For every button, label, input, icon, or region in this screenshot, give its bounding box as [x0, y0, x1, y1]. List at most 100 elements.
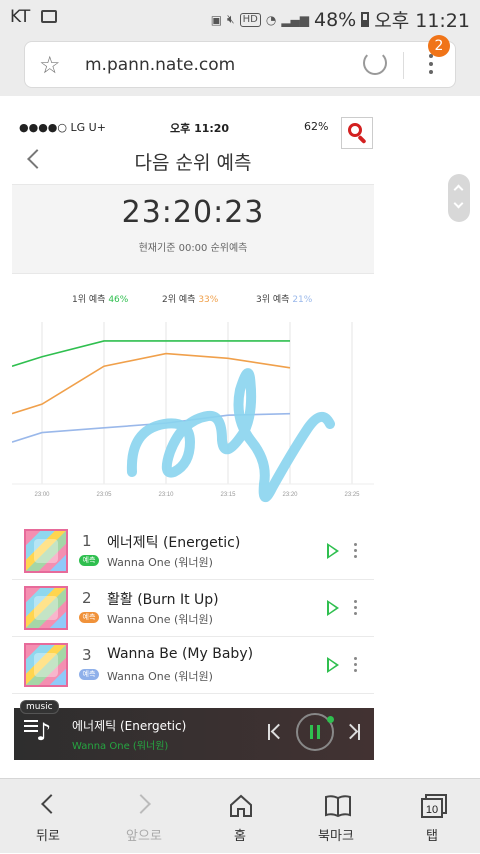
scribble-annotation	[126, 368, 335, 502]
album-art	[24, 586, 68, 630]
tabs-icon[interactable]: 10	[420, 793, 447, 819]
url-box[interactable]: ☆ m.pann.nate.com 2	[24, 35, 456, 88]
embedded-carrier: ●●●●○ LG U+	[19, 121, 106, 134]
browser-toolbar: ☆ m.pann.nate.com 2	[0, 35, 480, 96]
status-right-group: ▣ 🔇︎ HD ◔ ▂▄▆ 48% 오후 11:21	[211, 6, 470, 33]
next-track-icon[interactable]	[346, 724, 360, 740]
rank-prediction-chart: 23:00 23:05 23:10 23:15 23:20 23:25	[12, 322, 374, 502]
forward-icon[interactable]	[131, 793, 156, 819]
song-artist: Wanna One (워너원)	[107, 670, 213, 683]
wifi-icon: ◔	[265, 12, 277, 27]
embedded-status-bar: ●●●●○ LG U+ 오후 11:20 62%	[12, 120, 374, 140]
notification-badge[interactable]: 2	[428, 35, 450, 57]
embedded-battery: 62%	[304, 120, 329, 133]
music-tag: music	[20, 700, 59, 714]
embedded-header: 다음 순위 예측	[12, 144, 374, 184]
song-row-1[interactable]: 1 에너제틱 (Energetic) 예측 Wanna One (워너원)	[12, 524, 374, 580]
embedded-clock: 오후 11:20	[170, 122, 230, 135]
signal-icon: ▂▄▆	[281, 12, 309, 27]
song-row-3[interactable]: 3 Wanna Be (My Baby) 예측 Wanna One (워너원)	[12, 638, 374, 694]
battery-percent: 48%	[314, 8, 357, 31]
x-tick-label: 23:15	[220, 492, 236, 498]
chart-legend: 1위 예측 46% 2위 예측 33% 3위 예측 21%	[12, 290, 374, 310]
back-icon[interactable]	[36, 793, 61, 819]
legend-pct-3: 21%	[292, 295, 313, 305]
nav-back[interactable]: 뒤로	[0, 779, 96, 854]
player-title: 에너제틱 (Energetic)	[72, 719, 187, 733]
song-title: Wanna Be (My Baby)	[107, 646, 254, 662]
legend-item-2: 2위 예측 33%	[162, 292, 218, 305]
music-note-icon: ♪	[36, 718, 52, 746]
song-title: 활활 (Burn It Up)	[107, 592, 219, 608]
prediction-tag: 예측	[79, 555, 99, 566]
nav-tabs-label: 탭	[426, 829, 438, 844]
nav-home-label: 홈	[234, 829, 246, 844]
scroll-down-icon[interactable]	[453, 198, 464, 209]
nav-forward-label: 앞으로	[126, 829, 162, 844]
countdown-time: 23:20:23	[121, 195, 265, 230]
legend-item-1: 1위 예측 46%	[72, 292, 128, 305]
mini-player[interactable]: music ♪ 에너제틱 (Energetic) Wanna One (워너원)	[14, 700, 374, 760]
song-rank: 2	[82, 589, 92, 607]
more-options-icon[interactable]	[354, 541, 358, 561]
url-divider	[403, 52, 404, 79]
image-notification-icon	[41, 10, 57, 23]
legend-item-3: 3위 예측 21%	[256, 292, 312, 305]
play-icon[interactable]	[327, 600, 339, 616]
legend-pct-2: 33%	[198, 295, 219, 305]
tab-count: 10	[426, 804, 438, 816]
player-artist: Wanna One (워너원)	[72, 741, 169, 752]
home-icon[interactable]	[228, 793, 252, 819]
play-icon[interactable]	[327, 543, 339, 559]
series-line-1	[12, 340, 290, 368]
battery-icon	[361, 12, 370, 27]
carrier-label: KT	[10, 7, 31, 27]
legend-label-1: 1위 예측	[72, 295, 106, 305]
play-icon[interactable]	[327, 657, 339, 673]
page-title: 다음 순위 예측	[134, 152, 252, 174]
url-text[interactable]: m.pann.nate.com	[85, 55, 235, 75]
song-rank: 3	[82, 646, 92, 664]
nav-bookmark[interactable]: 북마크	[288, 779, 384, 854]
x-tick-label: 23:20	[282, 492, 298, 498]
page-scroll-widget[interactable]	[448, 174, 470, 222]
legend-pct-1: 46%	[108, 295, 129, 305]
embedded-screenshot: ●●●●○ LG U+ 오후 11:20 62% 다음 순위 예측 23:20:…	[12, 112, 374, 760]
nav-forward[interactable]: 앞으로	[96, 779, 192, 854]
battery-saver-icon: ▣	[210, 12, 223, 27]
countdown-subtitle: 현재기준 00:00 순위예측	[138, 243, 248, 254]
x-tick-label: 23:25	[344, 492, 360, 498]
browser-bottom-nav: 뒤로 앞으로 홈 북마크 10 탭	[0, 778, 480, 853]
hd-voice-icon: HD	[239, 12, 261, 27]
more-options-icon[interactable]	[354, 598, 358, 618]
prediction-tag: 예측	[79, 612, 99, 623]
bookmark-star-icon[interactable]: ☆	[39, 52, 61, 78]
song-artist: Wanna One (워너원)	[107, 556, 213, 569]
progress-dot	[327, 716, 334, 723]
scroll-up-icon[interactable]	[453, 184, 464, 195]
x-tick-label: 23:00	[34, 492, 50, 498]
nav-home[interactable]: 홈	[192, 779, 288, 854]
nav-back-label: 뒤로	[36, 829, 60, 844]
album-art	[24, 529, 68, 573]
song-row-2[interactable]: 2 활활 (Burn It Up) 예측 Wanna One (워너원)	[12, 581, 374, 637]
album-art	[24, 643, 68, 687]
previous-track-icon[interactable]	[268, 724, 282, 740]
legend-label-2: 2위 예측	[162, 295, 196, 305]
song-artist: Wanna One (워너원)	[107, 613, 213, 626]
countdown-box: 23:20:23 현재기준 00:00 순위예측	[12, 184, 374, 274]
song-title: 에너제틱 (Energetic)	[107, 535, 241, 551]
legend-label-3: 3위 예측	[256, 295, 290, 305]
x-tick-label: 23:05	[96, 492, 112, 498]
reload-icon[interactable]	[363, 51, 387, 75]
clock: 오후 11:21	[374, 10, 470, 32]
android-status-bar: KT ▣ 🔇︎ HD ◔ ▂▄▆ 48% 오후 11:21	[0, 0, 480, 36]
bookmark-icon[interactable]	[324, 793, 351, 819]
x-tick-label: 23:10	[158, 492, 174, 498]
more-options-icon[interactable]	[354, 655, 358, 675]
nav-bookmark-label: 북마크	[318, 829, 354, 844]
nav-tabs[interactable]: 10 탭	[384, 779, 480, 854]
song-rank: 1	[82, 532, 92, 550]
mute-icon: 🔇︎	[227, 12, 235, 26]
prediction-tag: 예측	[79, 669, 99, 680]
